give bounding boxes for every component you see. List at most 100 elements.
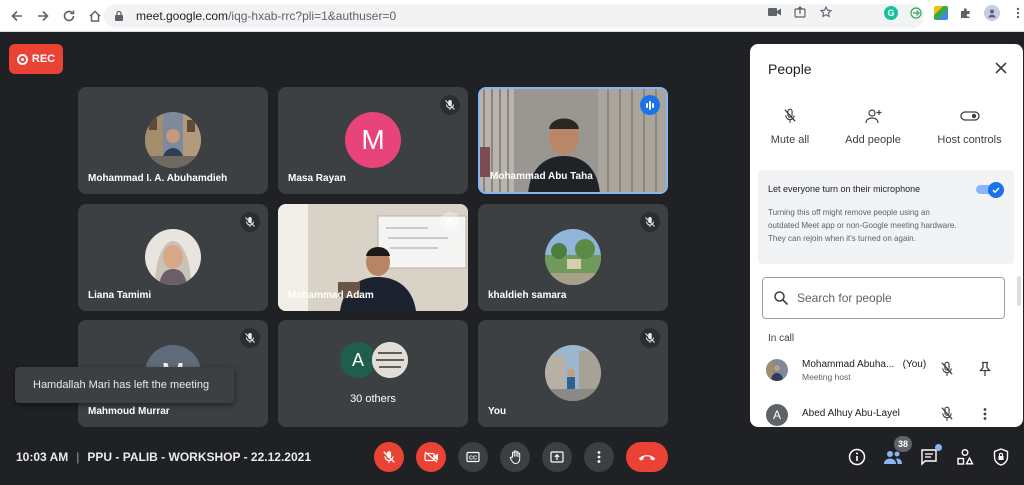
panel-scrollbar[interactable]	[1017, 276, 1021, 306]
meeting-title: PPU - PALIB - WORKSHOP - 22.12.2021	[87, 450, 311, 464]
participant-tile[interactable]: khaldieh samara	[478, 204, 668, 311]
info-icon	[848, 448, 866, 466]
participant-name: You	[488, 406, 507, 417]
add-people-button[interactable]: Add people	[830, 106, 916, 146]
mute-all-button[interactable]: Mute all	[750, 106, 830, 146]
participant-list-item[interactable]: Mohammad Abuha... (You) Meeting host	[750, 355, 1023, 391]
participant-tile-speaking[interactable]: Mohammad Abu Taha	[478, 87, 668, 194]
add-people-label: Add people	[845, 134, 901, 146]
grammarly-extension-icon[interactable]: G	[884, 6, 898, 20]
drive-extension-icon[interactable]	[934, 6, 948, 20]
mic-off-icon	[783, 106, 797, 126]
mic-permission-toggle[interactable]	[976, 182, 1004, 198]
present-icon	[550, 451, 564, 463]
leave-call-button[interactable]	[626, 442, 668, 472]
recording-label: REC	[31, 53, 56, 65]
present-screen-button[interactable]	[542, 442, 572, 472]
url-text: meet.google.com/iqg-hxab-rrc?pli=1&authu…	[136, 9, 396, 23]
search-people-input[interactable]	[797, 291, 987, 305]
mic-off-icon	[640, 328, 660, 348]
share-icon[interactable]	[792, 4, 808, 20]
mic-off-icon	[440, 95, 460, 115]
recording-indicator[interactable]: REC	[9, 44, 63, 74]
participant-tile[interactable]: M Masa Rayan	[278, 87, 468, 194]
others-count-label: 30 others	[350, 393, 396, 405]
participant-name: Abed Alhuy Abu-Layel	[802, 408, 900, 419]
chat-button[interactable]	[918, 444, 942, 468]
self-tile[interactable]: You	[478, 320, 668, 427]
participant-name: Mohammad Abuha... (You)	[802, 359, 926, 370]
participant-initial-avatar: M	[345, 112, 401, 168]
microphone-toggle-button[interactable]	[374, 442, 404, 472]
participant-avatar	[545, 229, 601, 285]
participant-name: Mohammad Abu Taha	[490, 171, 593, 182]
participant-avatar	[766, 359, 788, 381]
meeting-details-button[interactable]	[846, 446, 868, 468]
url-path: /iqg-hxab-rrc?pli=1&authuser=0	[228, 9, 397, 23]
lock-icon[interactable]	[114, 9, 128, 23]
people-button[interactable]: 38	[882, 436, 912, 468]
call-controls: CC	[374, 442, 668, 472]
hand-icon	[509, 450, 520, 464]
toggle-settings-icon	[959, 106, 980, 126]
participant-avatar	[145, 229, 201, 285]
participant-tile[interactable]: Mohammad Adam	[278, 204, 468, 311]
participant-tile[interactable]: Mohammad I. A. Abuhamdieh	[78, 87, 268, 194]
camera-off-icon	[423, 451, 438, 463]
participant-name: Liana Tamimi	[88, 290, 152, 301]
more-vert-icon	[597, 451, 601, 463]
captions-button[interactable]: CC	[458, 442, 488, 472]
side-panel-controls: 38	[846, 436, 1012, 468]
camera-toggle-button[interactable]	[416, 442, 446, 472]
raise-hand-button[interactable]	[500, 442, 530, 472]
omnibox-actions	[766, 4, 834, 20]
mic-off-icon	[640, 212, 660, 232]
participant-role: Meeting host	[802, 372, 851, 382]
mic-off-icon[interactable]	[940, 406, 954, 427]
close-icon[interactable]	[993, 60, 1009, 76]
shield-lock-icon	[993, 448, 1009, 466]
more-options-button[interactable]	[584, 442, 614, 472]
mic-off-icon	[240, 328, 260, 348]
in-call-section-label: In call	[768, 333, 795, 344]
mic-off-icon	[240, 212, 260, 232]
meeting-time: 10:03 AM	[16, 450, 69, 464]
microphone-permission-setting: Let everyone turn on their microphone Tu…	[758, 170, 1014, 264]
participant-name: Mohammad Adam	[288, 290, 374, 301]
host-controls-button[interactable]	[990, 446, 1012, 468]
profile-avatar[interactable]	[984, 5, 1000, 21]
back-icon[interactable]	[6, 5, 28, 27]
mic-off-icon	[383, 451, 395, 463]
search-icon	[774, 291, 789, 306]
puzzle-icon[interactable]	[958, 5, 974, 21]
home-icon[interactable]	[84, 5, 106, 27]
menu-dots-icon[interactable]	[1010, 5, 1024, 21]
more-vert-icon[interactable]	[978, 406, 992, 427]
forward-icon[interactable]	[32, 5, 54, 27]
reload-icon[interactable]	[58, 5, 80, 27]
camera-in-use-icon[interactable]	[766, 4, 782, 20]
extension-arrow-icon[interactable]	[908, 5, 924, 21]
participant-list-item[interactable]: A Abed Alhuy Abu-Layel	[750, 400, 1023, 427]
participant-name: Mohammad I. A. Abuhamdieh	[88, 173, 228, 184]
person-add-icon	[864, 106, 882, 126]
participant-name: Masa Rayan	[288, 173, 346, 184]
toast-text: Hamdallah Mari has left the meeting	[33, 379, 210, 391]
pin-icon[interactable]	[978, 361, 992, 382]
notification-toast: Hamdallah Mari has left the meeting	[15, 367, 234, 403]
host-controls-link[interactable]: Host controls	[916, 106, 1023, 146]
bookmark-star-icon[interactable]	[818, 4, 834, 20]
activities-button[interactable]	[954, 446, 976, 468]
activities-icon	[957, 449, 974, 465]
mic-off-icon[interactable]	[940, 361, 954, 382]
participant-tile[interactable]: Liana Tamimi	[78, 204, 268, 311]
others-tile[interactable]: A 30 others	[278, 320, 468, 427]
search-people-field[interactable]	[762, 277, 1005, 319]
meeting-details: 10:03 AM | PPU - PALIB - WORKSHOP - 22.1…	[16, 450, 311, 464]
mic-permission-help: Turning this off might remove people usi…	[768, 208, 957, 243]
mic-off-icon	[440, 212, 460, 232]
unread-dot-icon	[935, 444, 942, 451]
you-suffix: (You)	[902, 359, 927, 370]
participant-avatar	[145, 112, 201, 168]
chat-icon	[921, 449, 937, 466]
